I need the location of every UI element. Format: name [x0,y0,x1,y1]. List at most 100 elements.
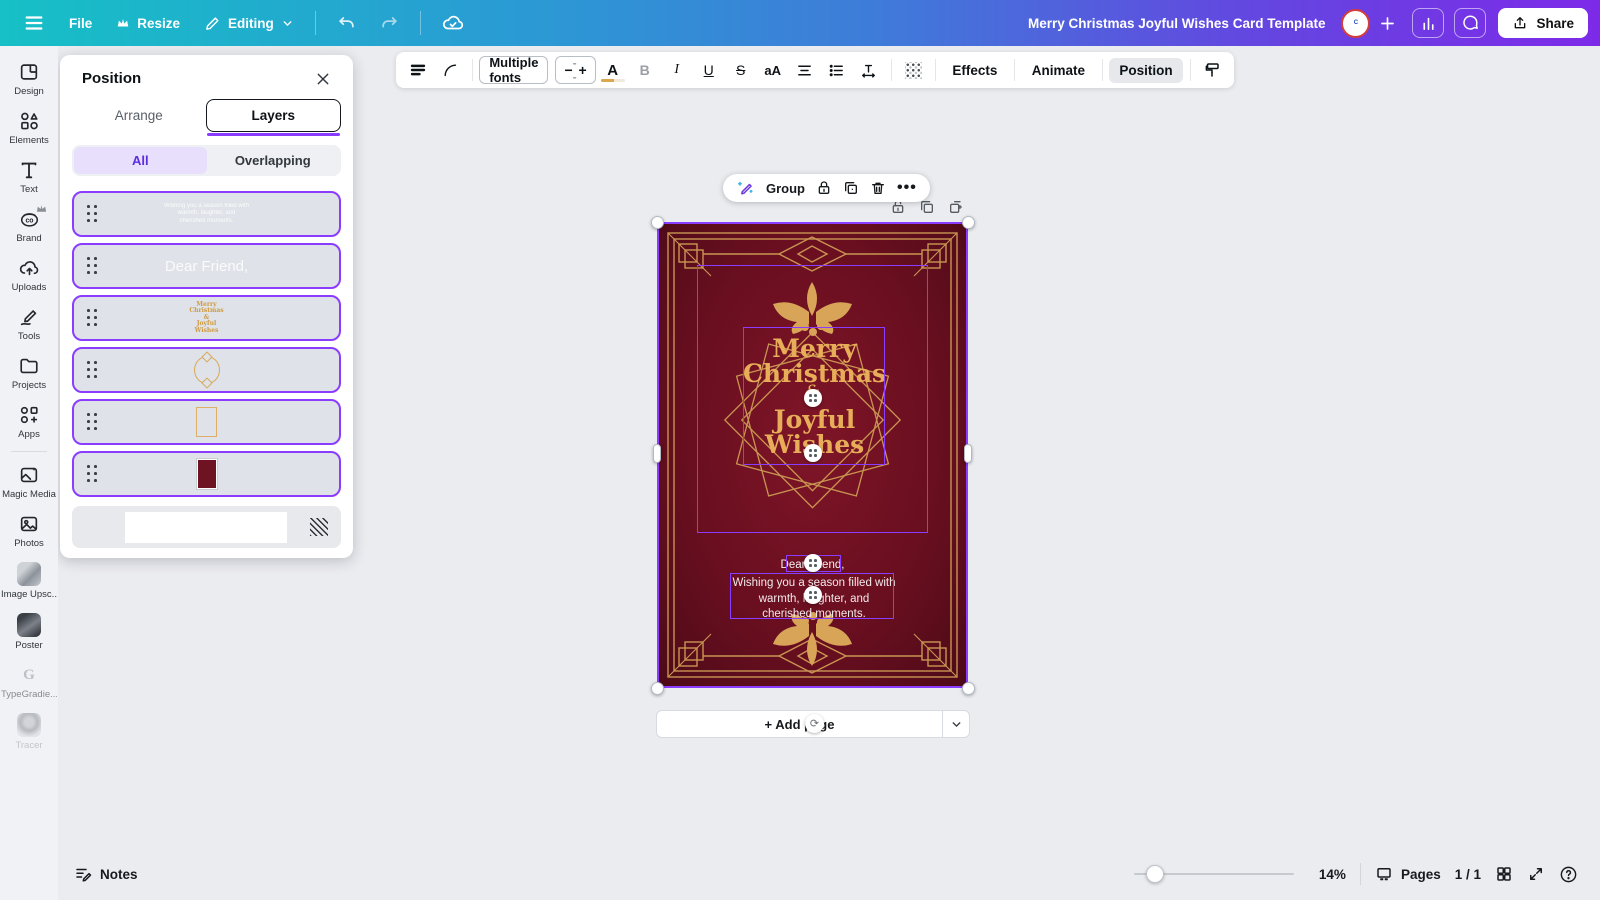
resize-handle-top-left[interactable] [651,216,664,229]
file-menu-button[interactable]: File [58,9,103,38]
resize-button[interactable]: Resize [105,9,191,38]
filter-overlapping[interactable]: Overlapping [207,147,340,174]
grid-view-button[interactable] [1495,865,1513,883]
layer-row-background-rectangle[interactable] [72,451,341,497]
cloud-save-status-button[interactable] [431,5,475,41]
page-background-layer[interactable] [72,506,341,548]
sidebar-item-poster[interactable]: Poster [0,606,58,657]
add-page-main[interactable]: + Add page [657,711,942,737]
sidebar-item-apps[interactable]: Apps [0,397,58,446]
strikethrough-button[interactable]: S [726,56,756,84]
duplicate-page-icon[interactable] [919,199,935,215]
layers-list: Wishing you a season filled with warmth,… [72,191,341,548]
drag-handle-salutation[interactable] [804,554,822,572]
tab-arrange[interactable]: Arrange [72,99,206,132]
letter-spacing-button[interactable] [854,56,884,84]
more-options-icon[interactable]: ••• [897,179,917,197]
magic-edit-icon[interactable] [736,179,755,198]
sidebar-item-design[interactable]: Design [0,54,58,103]
italic-button[interactable]: I [662,56,692,84]
drag-handle-icon[interactable] [87,205,98,223]
duplicate-icon[interactable] [843,180,859,196]
font-size-decrease-button[interactable]: − [564,62,572,78]
drag-handle-icon[interactable] [87,257,98,275]
underline-button[interactable]: U [694,56,724,84]
zoom-slider-knob[interactable] [1145,865,1164,883]
sidebar-item-brand[interactable]: co Brand [0,201,58,250]
close-icon[interactable] [315,71,331,87]
text-color-button[interactable]: A [598,56,628,84]
drag-handle-icon[interactable] [87,309,98,327]
notes-button[interactable]: Notes [74,865,138,883]
image-upscaler-thumbnail [17,562,41,586]
share-button[interactable]: Share [1498,8,1588,38]
comments-button[interactable] [1454,8,1487,38]
alignment-button[interactable] [790,56,820,84]
sidebar-item-uploads[interactable]: Uploads [0,250,58,299]
layer-row-heading-text[interactable]: Merry Christmas & Joyful Wishes [72,295,341,341]
editing-mode-button[interactable]: Editing [193,8,305,39]
bold-button[interactable]: B [630,56,660,84]
insights-button[interactable] [1412,8,1445,38]
sidebar-item-image-upscaler[interactable]: Image Upsc... [0,555,58,606]
drag-handle-heading-bottom[interactable] [804,444,822,462]
text-styles-icon[interactable] [403,56,433,84]
add-page-chevron[interactable] [943,711,969,737]
transparency-icon [904,61,922,79]
font-size-increase-button[interactable]: + [579,62,587,78]
undo-button[interactable] [326,7,367,40]
lock-icon[interactable] [816,180,832,196]
main-menu-button[interactable] [12,5,56,41]
plus-icon [1378,14,1397,33]
effects-button[interactable]: Effects [942,63,1007,78]
strikethrough-label: S [736,62,746,78]
text-case-button[interactable]: aA [758,56,788,84]
sidebar-item-tools[interactable]: Tools [0,299,58,348]
list-button[interactable] [822,56,852,84]
topbar-divider [419,11,421,35]
sidebar-item-elements[interactable]: Elements [0,103,58,152]
tracer-thumbnail [17,713,41,737]
add-page-icon[interactable] [948,199,964,215]
help-button[interactable] [1559,865,1578,884]
sidebar-item-magic-media[interactable]: Magic Media [0,457,58,506]
fullscreen-button[interactable] [1527,865,1545,883]
avatar[interactable]: C [1341,8,1371,38]
resize-handle-bottom-right[interactable] [962,682,975,695]
resize-handle-left[interactable] [653,444,661,463]
zoom-slider[interactable] [1133,865,1294,883]
sidebar-item-photos[interactable]: Photos [0,506,58,555]
group-button[interactable]: Group [766,181,805,196]
card-heading-top[interactable]: Merry Christmas [743,336,886,386]
document-title[interactable]: Merry Christmas Joyful Wishes Card Templ… [1028,16,1339,31]
redo-button[interactable] [369,7,410,40]
drag-handle-heading[interactable] [804,389,822,407]
sidebar-item-typegradient[interactable]: G TypeGradie... [0,657,58,706]
curve-text-icon[interactable] [435,56,465,84]
copy-style-button[interactable] [1197,56,1227,84]
add-member-button[interactable] [1372,8,1402,38]
sidebar-item-tracer[interactable]: Tracer [0,706,58,757]
delete-icon[interactable] [870,180,886,196]
layer-row-gold-ornament[interactable] [72,347,341,393]
drag-handle-icon[interactable] [87,465,98,483]
tab-layers[interactable]: Layers [205,99,341,136]
filter-all[interactable]: All [74,147,207,174]
pages-button[interactable]: Pages [1375,865,1441,883]
animate-button[interactable]: Animate [1022,63,1095,78]
position-button[interactable]: Position [1109,57,1183,83]
sidebar-item-projects[interactable]: Projects [0,348,58,397]
resize-handle-bottom-left[interactable] [651,682,664,695]
layer-row-salutation-text[interactable]: Dear Friend, [72,243,341,289]
notes-label: Notes [100,866,138,882]
drag-handle-icon[interactable] [87,413,98,431]
layer-row-gold-frame[interactable] [72,399,341,445]
resize-handle-top-right[interactable] [962,216,975,229]
sidebar-item-text[interactable]: Text [0,152,58,201]
font-selector[interactable]: Multiple fonts [479,55,549,85]
drag-handle-body[interactable] [804,586,822,604]
layer-row-body-text[interactable]: Wishing you a season filled with warmth,… [72,191,341,237]
drag-handle-icon[interactable] [87,361,98,379]
transparency-button[interactable] [898,56,928,84]
resize-handle-right[interactable] [964,444,972,463]
